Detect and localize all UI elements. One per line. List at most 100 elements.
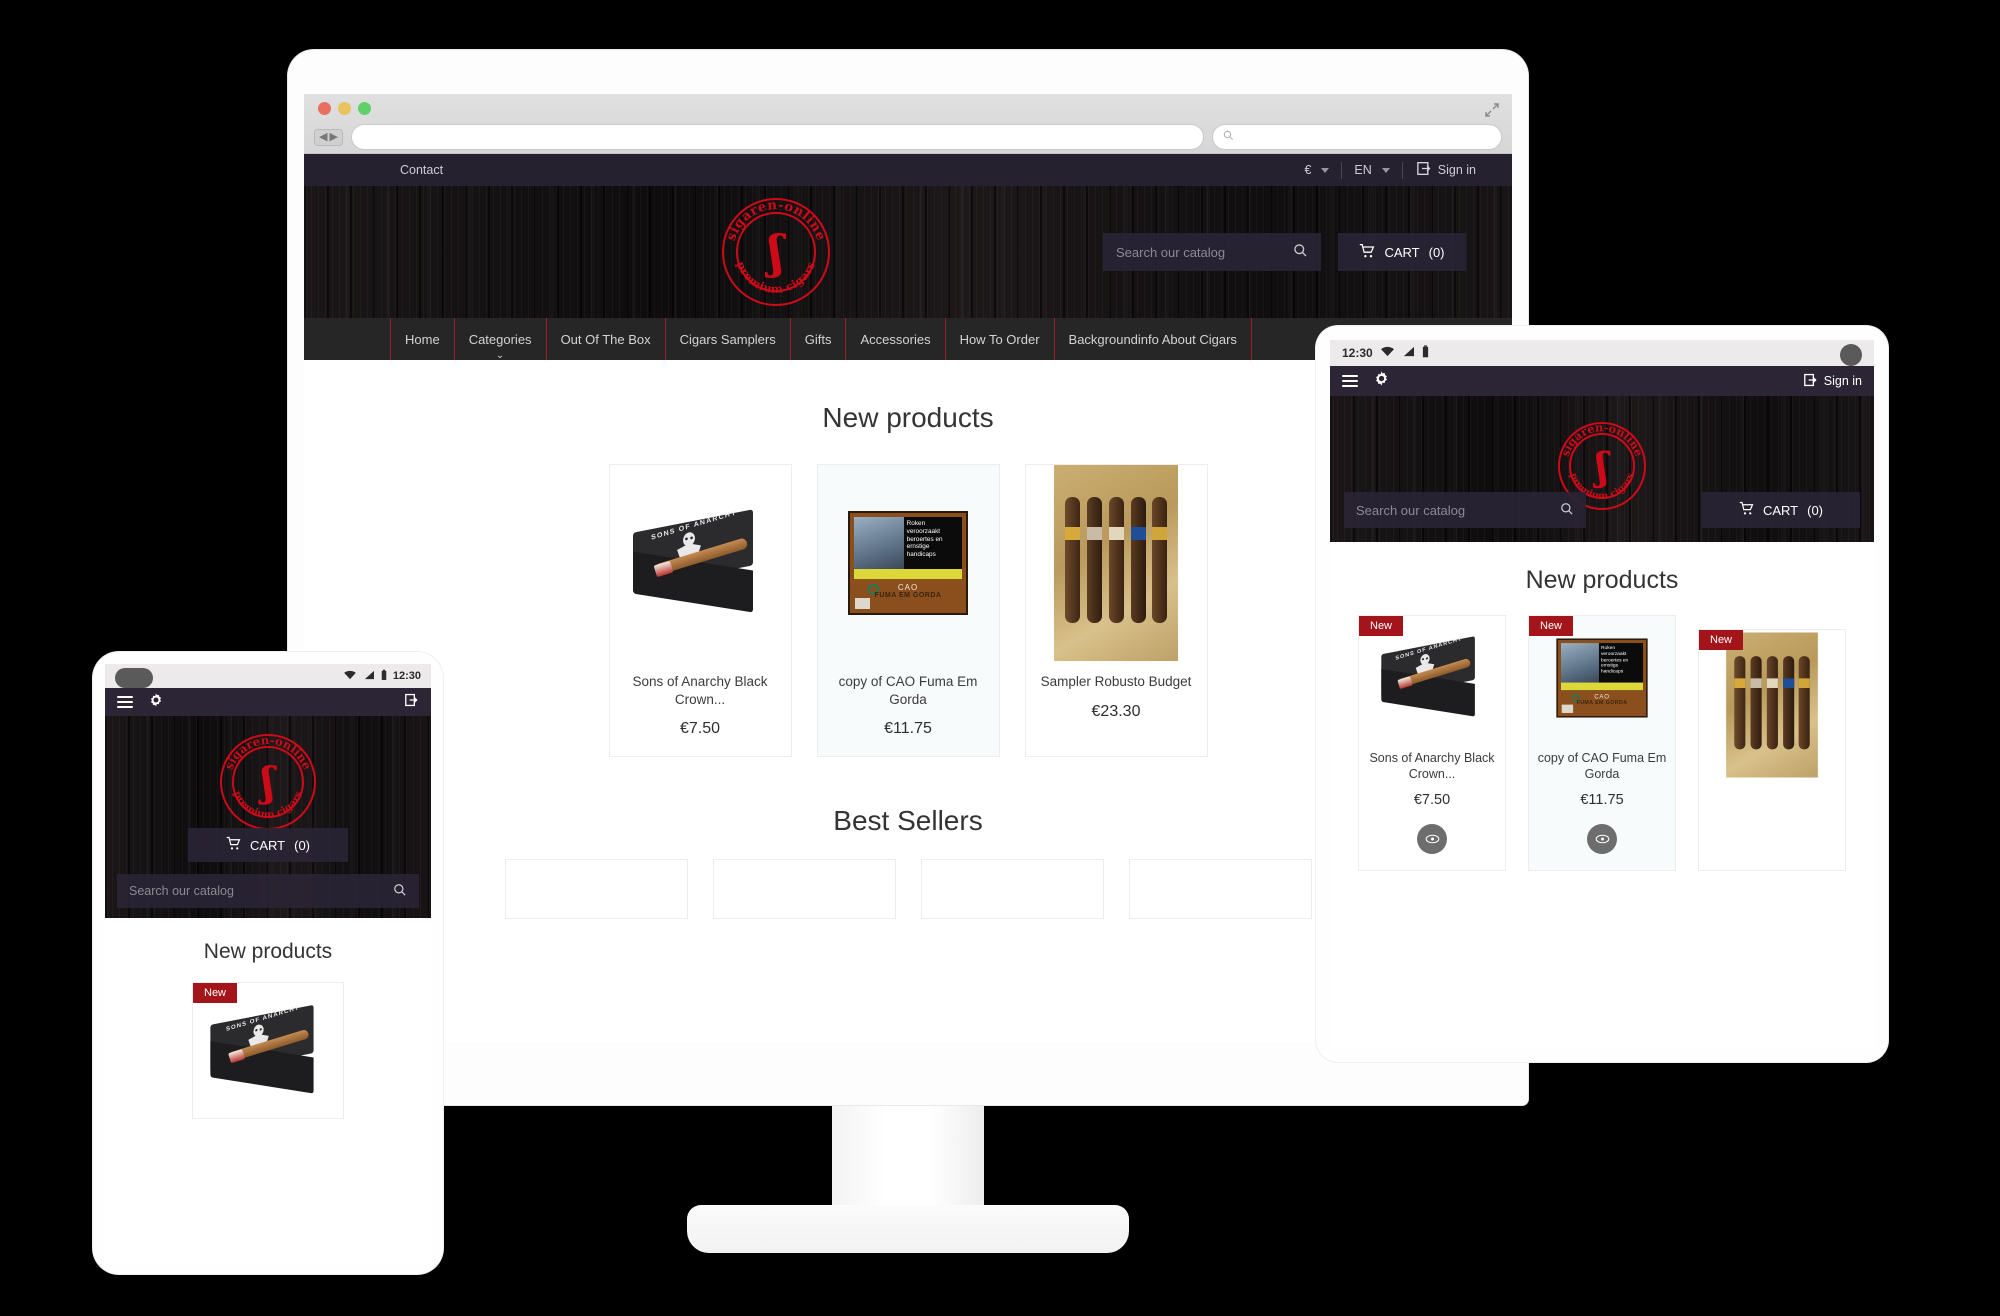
nav-label: Backgroundinfo About Cigars [1068,331,1237,347]
site-logo[interactable]: sigaren-online premium cigars ʃ [722,198,830,306]
currency-selector[interactable]: € [1292,163,1341,177]
phone-products-grid: New SONS OF ANARCHY [105,982,431,1119]
signal-icon [363,670,375,683]
best-seller-card[interactable] [504,859,688,920]
hamburger-icon[interactable] [117,696,133,708]
product-card[interactable]: SONS OF ANARCHY Sons of Anarchy Black Cr… [608,464,792,758]
sons-of-anarchy-cigar-box-image: SONS OF ANARCHY [625,499,775,627]
nav-item-out-of-the-box[interactable]: Out Of The Box [545,318,665,360]
phone-camera [115,668,153,688]
logo-flame-icon: ʃ [1595,443,1609,489]
close-window-icon[interactable] [318,102,331,115]
product-image: SONS OF ANARCHY [193,983,343,1118]
signal-icon [1402,346,1415,360]
search-input[interactable]: Search our catalog [1344,492,1586,528]
phone-status-bar: 12:30 [105,664,431,688]
topbar-right-group: € EN Sign in [1292,161,1476,179]
best-seller-card[interactable] [1128,859,1312,920]
browser-search-input[interactable] [1212,124,1502,150]
product-card[interactable]: New SONS OF ANARCHY Sons of Anarchy Blac… [1358,615,1506,871]
browser-url-input[interactable] [350,124,1204,150]
nav-item-accessories[interactable]: Accessories [845,318,944,360]
quick-view-eye-icon[interactable] [1417,823,1447,854]
sign-in-link[interactable]: Sign in [1403,161,1476,179]
back-icon[interactable]: ◀ [319,131,327,143]
status-badge: New [1699,630,1744,650]
tablet-mockup: 12:30 Sign in sigaren-online premium cig… [1316,326,1888,1062]
window-traffic-lights[interactable] [318,102,371,115]
quick-view-eye-icon[interactable] [1587,823,1617,854]
nav-item-cigars-samplers[interactable]: Cigars Samplers [664,318,790,360]
status-time: 12:30 [1342,346,1373,360]
gear-icon[interactable] [1374,371,1389,391]
product-name: Sons of Anarchy Black Crown... [632,674,768,707]
phone-screen: 12:30 sigaren-online premium cigars ʃ CA… [105,664,431,1262]
contact-link[interactable]: Contact [400,163,443,177]
sign-in-icon [1416,161,1432,179]
cart-button[interactable]: CART (0) [188,828,348,862]
tablet-status-bar: 12:30 [1330,340,1874,366]
language-value: EN [1354,163,1372,177]
status-badge: New [1359,616,1404,636]
shopping-cart-icon [1739,501,1754,519]
nav-item-categories[interactable]: Categories ⌄ [453,318,546,361]
phone-main-content: New products New SONS OF ANARCHY [105,918,431,1119]
nav-item-how-to-order[interactable]: How To Order [944,318,1054,360]
hamburger-icon[interactable] [1342,375,1358,387]
wifi-icon [1380,346,1395,360]
search-input[interactable]: Search our catalog [1103,233,1321,271]
search-icon [1223,130,1234,144]
tablet-camera [1840,344,1862,366]
search-placeholder-text: Search our catalog [1116,244,1226,260]
header-tools: Search our catalog CART (0) [1103,233,1466,271]
expand-window-icon[interactable] [1484,102,1500,118]
logo-flame-icon: ʃ [768,225,784,279]
product-card[interactable]: New Roken veroorzaakt beroertes en ernst… [1528,615,1676,871]
best-seller-card[interactable] [920,859,1104,920]
minimize-window-icon[interactable] [338,102,351,115]
product-price: €11.75 [884,720,932,738]
pack-brand-text: CAO [1594,693,1610,701]
search-icon[interactable] [1293,243,1308,261]
tablet-sign-in-link[interactable]: Sign in [1803,373,1862,390]
product-card[interactable]: Sampler Robusto Budget €23.30 [1024,464,1208,758]
search-icon[interactable] [393,883,407,900]
nav-label: Out Of The Box [560,331,651,347]
product-card[interactable]: New [1698,629,1846,871]
phone-app-bar [105,688,431,716]
new-products-heading: New products [1525,566,1679,594]
sign-in-icon [1803,373,1818,390]
cart-label: CART [1384,244,1420,260]
best-seller-card[interactable] [712,859,896,920]
screenshot-stage: ◀ ▶ Contact € EN Sign in sigaren-online … [0,0,2000,1316]
nav-item-gifts[interactable]: Gifts [789,318,846,360]
chevron-down-icon [1321,167,1330,173]
nav-item-home[interactable]: Home [390,318,454,360]
browser-nav-buttons[interactable]: ◀ ▶ [314,128,343,146]
phone-site-logo[interactable]: sigaren-online premium cigars ʃ [220,733,316,830]
cart-button[interactable]: CART (0) [1702,492,1860,528]
product-card[interactable]: Roken veroorzaakt beroertes en ernstige … [816,464,1000,758]
cao-fuma-em-gorda-pack-image: Roken veroorzaakt beroertes en ernstige … [848,511,968,615]
tablet-screen: 12:30 Sign in sigaren-online premium cig… [1330,340,1874,1048]
product-image: SONS OF ANARCHY [609,465,791,661]
monitor-stand-base [687,1205,1129,1253]
phone-sign-in-button[interactable] [405,693,419,712]
chevron-down-icon: ⌄ [495,350,505,361]
cart-count: (0) [294,837,311,853]
product-card[interactable]: New SONS OF ANARCHY [192,982,344,1119]
forward-icon[interactable]: ▶ [329,131,337,143]
zoom-window-icon[interactable] [358,102,371,115]
gear-icon[interactable] [149,692,163,712]
sampler-robusto-budget-image [1726,632,1818,778]
cart-button[interactable]: CART (0) [1338,233,1466,271]
product-image [1025,465,1207,661]
tablet-products-grid: New SONS OF ANARCHY Sons of Anarchy Blac… [1330,615,1874,871]
cart-label: CART [249,837,286,853]
phone-mockup: 12:30 sigaren-online premium cigars ʃ CA… [93,652,443,1274]
language-selector[interactable]: EN [1342,163,1401,177]
chevron-down-icon [1381,167,1390,173]
search-input[interactable]: Search our catalog [117,874,419,908]
search-icon[interactable] [1560,502,1574,519]
nav-item-backgroundinfo[interactable]: Backgroundinfo About Cigars [1053,318,1252,360]
